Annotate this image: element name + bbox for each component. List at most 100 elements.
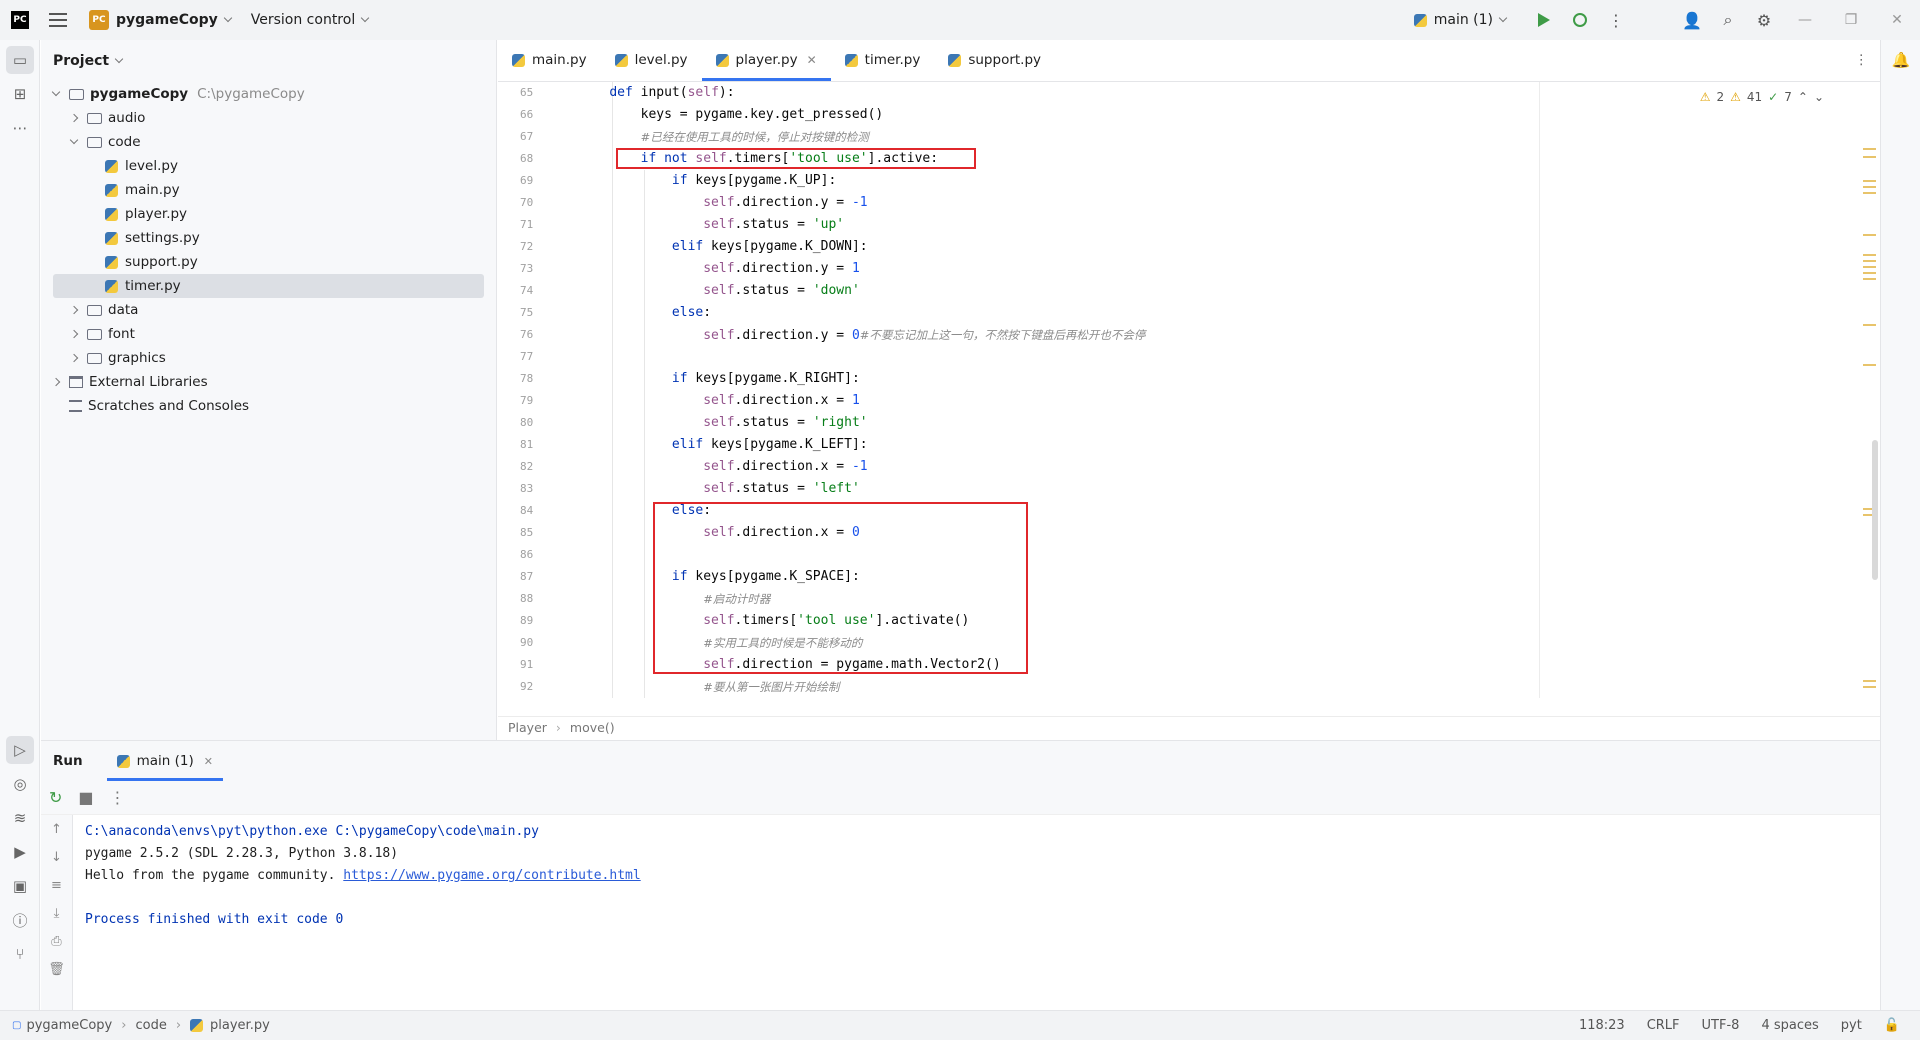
version-control-menu[interactable]: Version control: [251, 12, 355, 28]
scroll-to-end-icon[interactable]: ⤓: [41, 899, 72, 927]
python-file-icon: [190, 1019, 204, 1032]
services-icon[interactable]: ▶: [6, 838, 34, 866]
python-interpreter[interactable]: pyt: [1841, 1018, 1862, 1033]
status-path-file[interactable]: player.py: [210, 1018, 270, 1033]
settings-gear-icon[interactable]: ⚙: [1746, 0, 1782, 40]
chevron-right-icon[interactable]: [69, 329, 79, 339]
tab-player-py[interactable]: player.py ✕: [701, 39, 831, 81]
tree-item-font[interactable]: font: [41, 322, 496, 346]
project-tool-icon[interactable]: ▭: [6, 46, 34, 74]
file-encoding[interactable]: UTF-8: [1702, 1018, 1740, 1033]
tab-label: level.py: [634, 52, 688, 68]
error-stripe[interactable]: [1854, 124, 1880, 698]
project-switcher[interactable]: pygameCopy: [116, 12, 218, 28]
indent-setting[interactable]: 4 spaces: [1761, 1018, 1818, 1033]
tree-item-timer-py[interactable]: timer.py: [53, 274, 484, 298]
line-number: 76: [520, 328, 534, 341]
scratches-icon: [69, 400, 82, 412]
chevron-right-icon[interactable]: [51, 377, 61, 387]
line-separator[interactable]: CRLF: [1647, 1018, 1680, 1033]
terminal-icon[interactable]: ▣: [6, 872, 34, 900]
problems-icon[interactable]: ⓘ: [6, 906, 34, 934]
soft-wrap-icon[interactable]: ≡: [41, 871, 72, 899]
scroll-down-icon[interactable]: ↓: [41, 843, 72, 871]
status-path-folder[interactable]: code: [135, 1018, 166, 1033]
debug-button[interactable]: [1562, 0, 1598, 40]
right-tool-strip: 🔔: [1880, 40, 1920, 1010]
python-console-icon[interactable]: ◎: [6, 770, 34, 798]
tree-item-player-py[interactable]: player.py: [41, 202, 496, 226]
notifications-bell-icon[interactable]: 🔔: [1887, 46, 1915, 74]
next-highlight-icon[interactable]: ⌄: [1814, 90, 1824, 104]
tree-item-external-libraries[interactable]: External Libraries: [41, 370, 496, 394]
project-panel-title: Project: [53, 53, 110, 69]
chevron-right-icon[interactable]: [69, 305, 79, 315]
main-menu-icon[interactable]: [49, 13, 67, 27]
folder-icon: [87, 328, 102, 340]
tab-support-py[interactable]: support.py: [934, 39, 1055, 81]
run-button[interactable]: [1526, 0, 1562, 40]
tree-item-data[interactable]: data: [41, 298, 496, 322]
contribute-link[interactable]: https://www.pygame.org/contribute.html: [343, 868, 640, 883]
search-icon[interactable]: ⌕: [1710, 0, 1746, 40]
add-user-icon[interactable]: 👤: [1674, 0, 1710, 40]
tab-label: support.py: [968, 52, 1042, 68]
chevron-right-icon[interactable]: [69, 113, 79, 123]
python-file-icon: [715, 53, 729, 67]
tab-timer-py[interactable]: timer.py: [831, 39, 935, 81]
tree-item-graphics[interactable]: graphics: [41, 346, 496, 370]
minimize-button[interactable]: —: [1782, 0, 1828, 40]
breadcrumb-method[interactable]: move(): [570, 720, 615, 735]
more-tools-icon[interactable]: ⋯: [6, 114, 34, 142]
tree-item-label: audio: [108, 110, 146, 126]
print-icon[interactable]: ⎙: [41, 927, 72, 955]
tab-level-py[interactable]: level.py: [601, 39, 702, 81]
close-button[interactable]: ✕: [1874, 0, 1920, 40]
tree-item-code[interactable]: code: [41, 130, 496, 154]
tab-options-icon[interactable]: ⋮: [1855, 52, 1869, 68]
more-actions-icon[interactable]: ⋮: [1598, 0, 1634, 40]
chevron-down-icon[interactable]: [69, 135, 79, 145]
inspection-widget[interactable]: ⚠ 2 ⚠ 41 ✓ 7 ⌃ ⌄: [1700, 90, 1824, 104]
chevron-right-icon[interactable]: [69, 353, 79, 363]
stop-icon[interactable]: ■: [78, 788, 93, 807]
close-tab-icon[interactable]: ✕: [204, 755, 213, 768]
lock-icon[interactable]: 🔓: [1884, 1018, 1900, 1033]
run-tab-main[interactable]: main (1) ✕: [106, 741, 224, 781]
tree-item-main-py[interactable]: main.py: [41, 178, 496, 202]
restore-button[interactable]: ❐: [1828, 0, 1874, 40]
editor-scrollbar-thumb[interactable]: [1872, 440, 1878, 580]
run-tool-icon[interactable]: ▷: [6, 736, 34, 764]
trash-icon[interactable]: 🗑: [41, 955, 72, 983]
line-number: 80: [520, 416, 534, 429]
breadcrumb-class[interactable]: Player: [508, 720, 547, 735]
run-configuration-selector[interactable]: main (1): [1413, 12, 1508, 28]
tree-item-scratches-and-consoles[interactable]: Scratches and Consoles: [41, 394, 496, 418]
chevron-down-icon: [114, 54, 124, 64]
tree-item-level-py[interactable]: level.py: [41, 154, 496, 178]
python-file-icon: [614, 53, 628, 67]
console-output[interactable]: C:\anaconda\envs\pyt\python.exe C:\pygam…: [85, 821, 641, 931]
more-options-icon[interactable]: ⋮: [110, 788, 126, 807]
structure-tool-icon[interactable]: ⊞: [6, 80, 34, 108]
close-tab-icon[interactable]: ✕: [807, 53, 817, 67]
code-area[interactable]: 65 66 67 68 69 70 71 72 73 74 75 76 77 78 79 80 81 82 83 84…: [498, 82, 1880, 698]
tree-item-audio[interactable]: audio: [41, 106, 496, 130]
tree-item-support-py[interactable]: support.py: [41, 250, 496, 274]
git-icon[interactable]: ⑂: [6, 940, 34, 968]
scroll-up-icon[interactable]: ↑: [41, 815, 72, 843]
line-number: 89: [520, 614, 534, 627]
tab-main-py[interactable]: main.py: [498, 39, 601, 81]
chevron-down-icon[interactable]: [51, 87, 61, 97]
tree-item-settings-py[interactable]: settings.py: [41, 226, 496, 250]
project-panel-header[interactable]: Project: [41, 40, 496, 82]
caret-position[interactable]: 118:23: [1579, 1018, 1625, 1033]
folder-icon: [87, 304, 102, 316]
tree-item-pygamecopy[interactable]: pygameCopy C:\pygameCopy: [41, 82, 496, 106]
previous-highlight-icon[interactable]: ⌃: [1798, 90, 1808, 104]
rerun-icon[interactable]: ↻: [49, 788, 62, 807]
line-number: 69: [520, 174, 534, 187]
layers-icon[interactable]: ≋: [6, 804, 34, 832]
tree-item-label: main.py: [125, 182, 180, 198]
status-path-project[interactable]: pygameCopy: [26, 1018, 112, 1033]
